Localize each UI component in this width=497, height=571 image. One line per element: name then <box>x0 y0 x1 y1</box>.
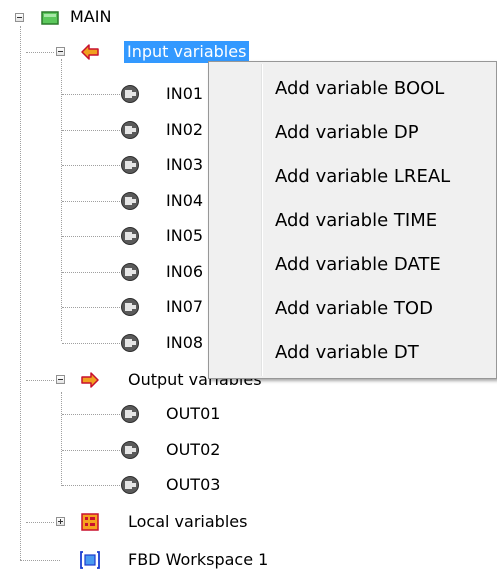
variable-label: IN04 <box>166 190 204 210</box>
local-variables-icon <box>81 513 99 531</box>
variable-icon <box>120 440 140 460</box>
tree-hline <box>62 414 120 415</box>
collapse-output-variables-button[interactable] <box>56 375 65 384</box>
variable-icon <box>120 333 140 353</box>
list-item[interactable]: OUT01 <box>0 400 300 428</box>
tree-hline <box>26 52 54 53</box>
menu-item-add-bool[interactable]: Add variable BOOL <box>212 71 493 107</box>
variable-icon <box>120 404 140 424</box>
tree-item-input-variables[interactable]: Input variables <box>124 41 250 63</box>
variable-icon <box>120 475 140 495</box>
list-item[interactable]: OUT02 <box>0 436 300 464</box>
tree-hline <box>20 560 60 561</box>
expand-local-variables-button[interactable] <box>56 517 65 526</box>
tree-hline <box>62 94 120 95</box>
menu-item-add-tod[interactable]: Add variable TOD <box>212 291 493 327</box>
variable-icon <box>120 191 140 211</box>
collapse-main-button[interactable] <box>15 13 24 22</box>
tree-hline <box>62 342 120 344</box>
fbd-workspace-icon <box>80 551 100 569</box>
variable-icon <box>120 120 140 140</box>
variable-label: OUT03 <box>166 475 221 494</box>
variable-icon <box>120 155 140 175</box>
tree-hline <box>62 129 120 131</box>
variable-label: IN06 <box>166 261 204 281</box>
tree-hline <box>62 271 120 273</box>
menu-item-add-lreal[interactable]: Add variable LREAL <box>212 159 493 195</box>
variable-icon <box>120 84 140 104</box>
context-menu: Add variable BOOL Add variable DP Add va… <box>208 61 497 379</box>
tree-hline <box>62 307 120 308</box>
variable-label: IN07 <box>166 297 204 316</box>
variable-label: OUT01 <box>166 404 221 423</box>
output-arrow-icon <box>81 372 99 388</box>
variable-label: IN03 <box>166 155 204 174</box>
list-item[interactable]: OUT03 <box>0 471 300 499</box>
tree-hline <box>62 449 120 451</box>
variable-icon <box>120 297 140 317</box>
tree-hline <box>62 200 120 202</box>
tree-hline <box>26 522 54 523</box>
tree-item-local-variables[interactable]: Local variables <box>128 511 247 533</box>
variable-label: IN02 <box>166 119 204 139</box>
collapse-input-variables-button[interactable] <box>56 47 65 56</box>
tree-hline <box>62 485 120 486</box>
menu-item-add-time[interactable]: Add variable TIME <box>212 203 493 239</box>
tree-hline <box>26 380 54 381</box>
menu-item-add-date[interactable]: Add variable DATE <box>212 247 493 283</box>
menu-item-add-dp[interactable]: Add variable DP <box>212 115 493 151</box>
tree-item-main[interactable]: MAIN <box>70 6 111 28</box>
variable-label: IN05 <box>166 226 204 245</box>
variable-label: OUT02 <box>166 439 221 459</box>
tree-hline <box>62 236 120 237</box>
variable-label: IN01 <box>166 84 204 103</box>
variable-icon <box>120 262 140 282</box>
variable-label: IN08 <box>166 332 204 352</box>
menu-item-add-dt[interactable]: Add variable DT <box>212 335 493 371</box>
tree-item-fbd-workspace[interactable]: FBD Workspace 1 <box>128 549 268 571</box>
input-arrow-icon <box>81 44 99 60</box>
tree-hline <box>62 165 120 166</box>
program-icon <box>41 11 59 25</box>
variable-icon <box>120 226 140 246</box>
